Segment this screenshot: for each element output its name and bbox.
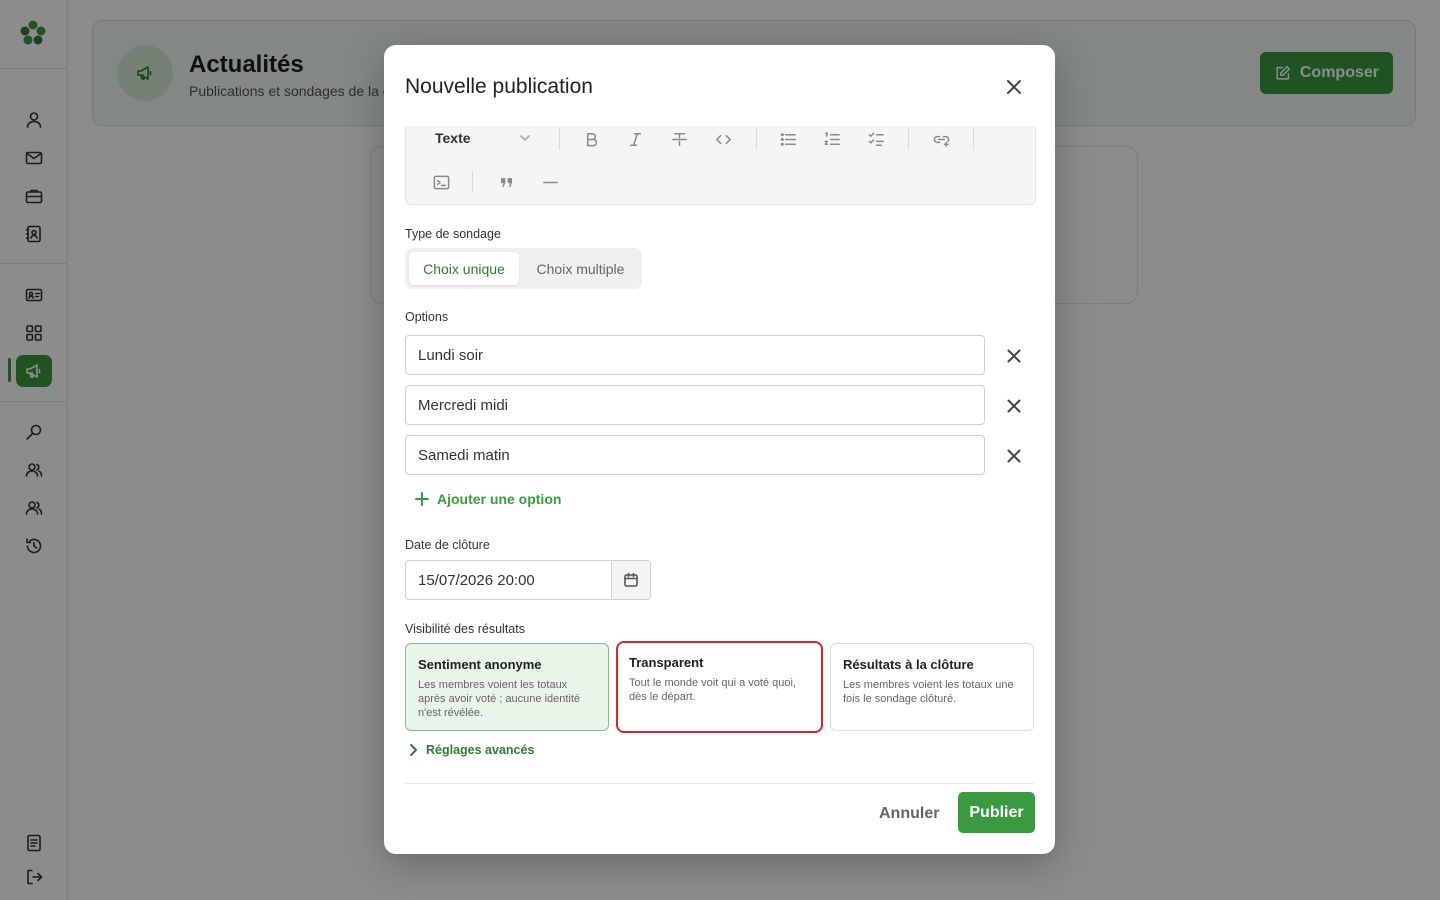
poll-type-multiple[interactable]: Choix multiple [523,252,638,285]
modal-close-button[interactable] [1002,75,1026,99]
quote-icon [500,177,512,187]
bold-button[interactable] [578,126,604,152]
close-icon [1007,349,1021,363]
plus-icon [415,492,429,506]
editor-toolbar: Texte [405,126,1036,205]
options-label: Options [405,310,449,324]
italic-button[interactable] [622,126,648,152]
remove-option-2-button[interactable] [1004,396,1024,416]
terminal-icon [433,175,449,189]
visibility-label: Visibilité des résultats [405,622,525,636]
link-button[interactable] [928,126,954,152]
cancel-button[interactable]: Annuler [879,805,939,823]
link-add-icon [933,135,949,147]
horizontal-rule-button[interactable] [537,169,563,195]
block-type-select[interactable]: Texte [435,130,471,146]
close-date-input[interactable]: 15/07/2026 20:00 [405,560,612,600]
visibility-card-anonymous[interactable]: Sentiment anonyme Les membres voient les… [405,643,609,731]
strikethrough-icon [671,132,687,146]
visibility-card-title: Sentiment anonyme [418,657,542,672]
poll-type-single[interactable]: Choix unique [409,252,519,285]
footer-divider [405,783,1034,784]
advanced-settings-toggle[interactable]: Réglages avancés [408,743,534,757]
horizontal-rule-icon [542,181,558,183]
toolbar-divider [908,128,909,150]
toolbar-divider [973,128,974,150]
calendar-button[interactable] [611,560,651,600]
advanced-settings-label: Réglages avancés [426,743,535,757]
blockquote-button[interactable] [493,169,519,195]
code-button[interactable] [710,126,736,152]
remove-option-1-button[interactable] [1004,346,1024,366]
toolbar-divider [756,128,757,150]
close-icon [1007,449,1021,463]
poll-type-label: Type de sondage [405,227,501,241]
italic-icon [629,132,641,146]
toolbar-divider [472,171,473,193]
visibility-card-desc: Tout le monde voit qui a voté quoi, dès … [629,677,796,703]
publish-button[interactable]: Publier [958,792,1035,833]
visibility-card-title: Transparent [629,655,704,670]
visibility-card-desc: Les membres voient les totaux après avoi… [418,679,581,719]
poll-type-segmented: Choix unique Choix multiple [405,248,642,289]
close-icon [1007,399,1021,413]
option-input-3[interactable]: Samedi matin [405,435,985,475]
visibility-card-title: Résultats à la clôture [843,657,974,672]
bullet-list-button[interactable] [775,126,801,152]
ordered-list-button[interactable] [819,126,845,152]
add-option-button[interactable]: Ajouter une option [415,491,561,507]
remove-option-3-button[interactable] [1004,446,1024,466]
code-icon [715,134,731,144]
chevron-right-icon [410,744,417,756]
ordered-list-icon [824,131,840,145]
strikethrough-button[interactable] [666,126,692,152]
calendar-icon [624,572,638,587]
chevron-down-icon[interactable] [518,131,534,147]
close-date-label: Date de clôture [405,538,490,552]
checklist-icon [868,132,884,146]
bold-icon [586,132,597,146]
task-list-button[interactable] [863,126,889,152]
code-block-button[interactable] [428,169,454,195]
option-input-1[interactable]: Lundi soir [405,335,985,375]
option-input-2[interactable]: Mercredi midi [405,385,985,425]
modal-title: Nouvelle publication [405,75,593,98]
add-option-label: Ajouter une option [437,491,562,507]
visibility-card-at-close[interactable]: Résultats à la clôture Les membres voien… [830,643,1034,731]
bullet-list-icon [780,132,796,146]
visibility-card-transparent[interactable]: Transparent Tout le monde voit qui a vot… [616,641,823,733]
close-icon [1007,80,1021,94]
toolbar-divider [559,128,560,150]
visibility-card-desc: Les membres voient les totaux une fois l… [843,679,1014,705]
new-post-modal: Nouvelle publication Texte Type de sonda… [384,45,1055,854]
